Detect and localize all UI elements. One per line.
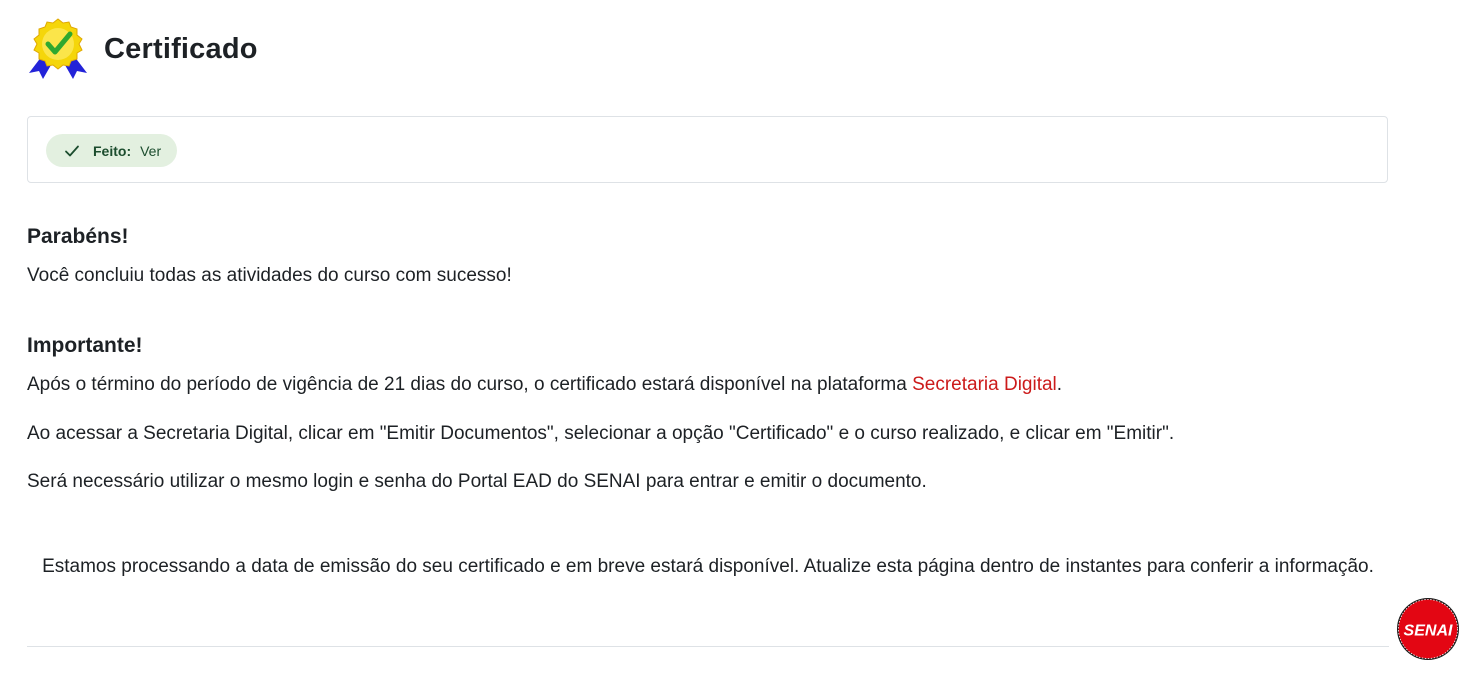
completion-status-value: Ver	[140, 142, 162, 159]
certificate-award-icon	[29, 18, 87, 79]
page-title: Certificado	[104, 32, 258, 65]
important-heading: Importante!	[27, 334, 143, 357]
completion-status-button[interactable]: Feito: Ver	[46, 134, 178, 167]
congrats-heading: Parabéns!	[27, 225, 129, 248]
check-icon	[65, 145, 79, 156]
completion-status-label: Feito:	[93, 142, 132, 159]
divider	[27, 646, 1389, 647]
important-paragraph-1-text: Após o término do período de vigência de…	[27, 374, 913, 395]
senai-logo[interactable]: SENAI	[1396, 597, 1460, 661]
important-paragraph-1-end: .	[1056, 374, 1063, 395]
important-paragraph-1: Após o término do período de vigência de…	[27, 374, 1062, 396]
senai-logo-text: SENAI	[1404, 623, 1453, 640]
page-header: Certificado	[27, 18, 258, 80]
congrats-text: Você concluiu todas as atividades do cur…	[27, 265, 512, 286]
completion-info-box: Feito: Ver	[27, 116, 1388, 183]
processing-notice: Estamos processando a data de emissão do…	[42, 556, 1374, 577]
secretaria-digital-link[interactable]: Secretaria Digital	[912, 374, 1057, 395]
important-paragraph-3: Será necessário utilizar o mesmo login e…	[27, 471, 927, 492]
important-paragraph-2: Ao acessar a Secretaria Digital, clicar …	[27, 423, 1175, 444]
page: Certificado Feito: Ver Parabéns! Você co…	[0, 0, 1468, 687]
